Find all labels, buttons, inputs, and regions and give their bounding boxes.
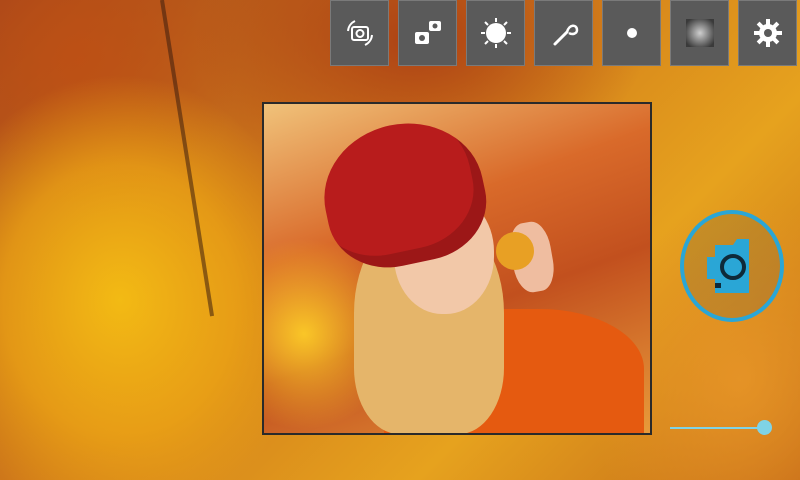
switch-camera-icon — [414, 21, 441, 44]
slider-thumb[interactable] — [757, 420, 772, 435]
effects-button[interactable] — [534, 0, 593, 66]
vignette-icon — [685, 19, 714, 47]
sun-icon — [480, 18, 511, 48]
top-toolbar — [330, 0, 797, 70]
dot-mode-button[interactable] — [602, 0, 661, 66]
switch-camera-button[interactable] — [398, 0, 457, 66]
camera-icon — [707, 239, 749, 293]
wand-icon — [553, 24, 578, 46]
vignette-button[interactable] — [670, 0, 729, 66]
capture-button[interactable] — [680, 210, 784, 322]
rotate-camera-button[interactable] — [330, 0, 389, 66]
settings-button[interactable] — [738, 0, 797, 66]
photo-preview[interactable] — [262, 102, 652, 435]
zoom-slider[interactable] — [670, 418, 772, 438]
dot-icon — [626, 28, 637, 38]
photo-subject-apple — [496, 232, 534, 270]
gear-icon — [753, 19, 782, 47]
slider-track — [670, 427, 762, 429]
rotate-camera-icon — [346, 20, 373, 46]
brightness-button[interactable] — [466, 0, 525, 66]
